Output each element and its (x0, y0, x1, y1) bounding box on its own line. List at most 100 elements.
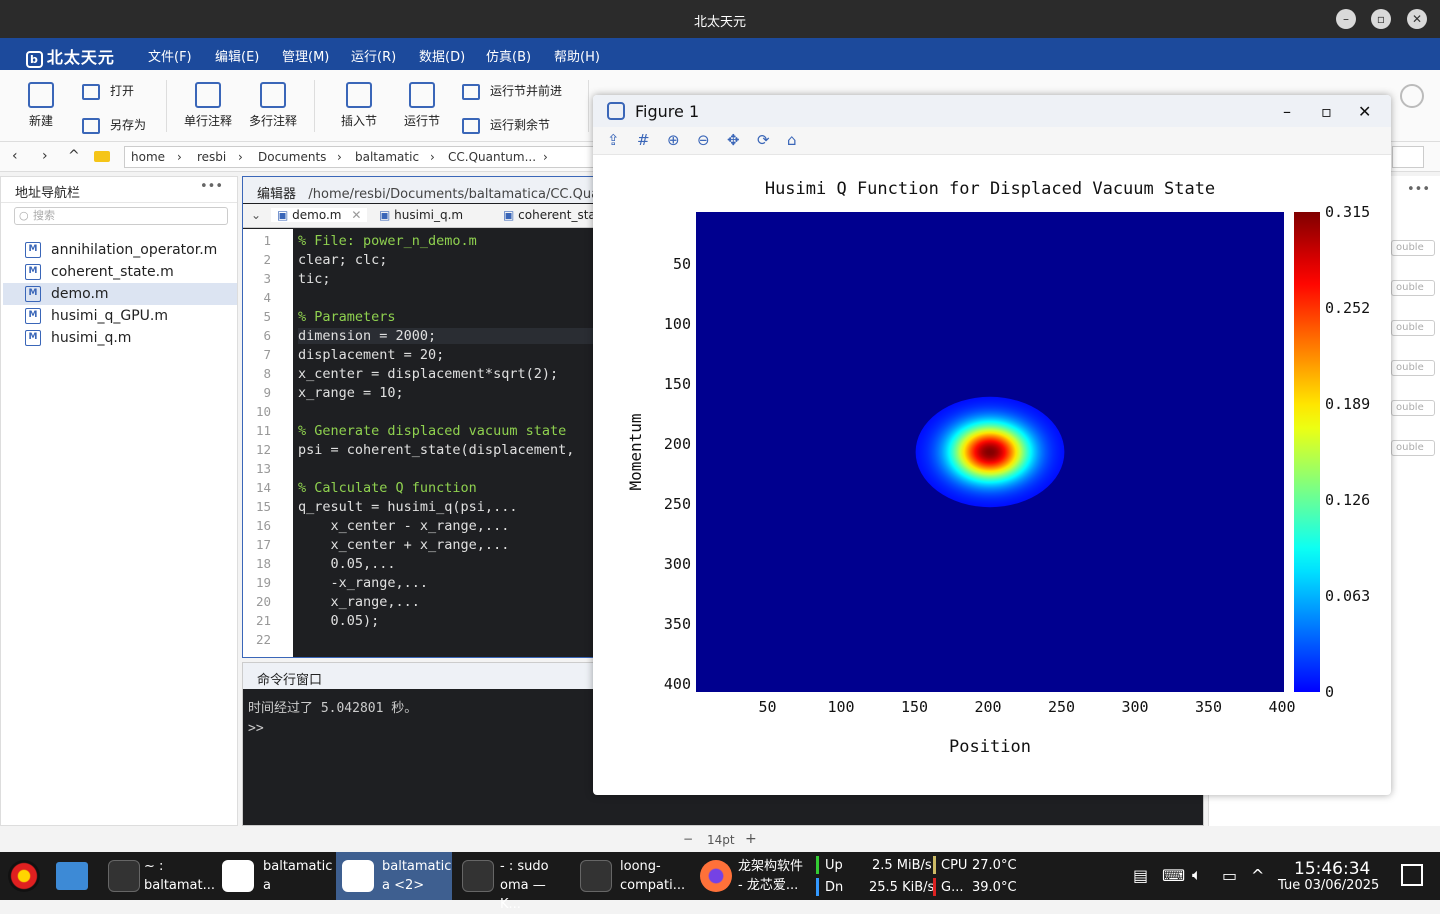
zoom-out-icon[interactable]: ⊖ (697, 131, 710, 149)
chevron-down-icon[interactable]: ⌄ (251, 208, 261, 222)
clipboard-icon[interactable]: ▤ (1133, 866, 1148, 885)
taskbar-item-baltamatica-2[interactable]: baltamatic a <2> (336, 852, 452, 900)
multi-comment-button[interactable]: 多行注释 (249, 82, 297, 129)
start-menu-icon[interactable] (8, 860, 40, 892)
x-tick-label: 200 (974, 698, 1001, 716)
terminal-icon (108, 860, 140, 892)
maximize-button[interactable]: ▫ (1371, 9, 1391, 29)
menu-help[interactable]: 帮助(H) (554, 46, 600, 65)
zoom-in-icon[interactable]: ⊕ (667, 131, 680, 149)
file-item-selected[interactable]: Mdemo.m (3, 283, 237, 305)
font-increase-button[interactable]: + (745, 831, 757, 847)
line-number: 7 (263, 347, 271, 362)
back-icon[interactable]: ‹ (12, 148, 18, 164)
save-as-button[interactable]: 另存为 (82, 116, 146, 134)
menu-edit[interactable]: 编辑(E) (215, 46, 259, 65)
taskbar-item-firefox[interactable]: 龙架构软件 - 龙芯爱... (694, 852, 808, 900)
minimize-icon[interactable]: – (1283, 102, 1291, 121)
editor-header: 编辑器 /home/resbi/Documents/baltamatica/CC… (243, 177, 593, 203)
taskbar-item-terminal[interactable]: ~ : baltamat... (102, 852, 215, 900)
menu-file[interactable]: 文件(F) (148, 46, 192, 65)
run-section-button[interactable]: 运行节 (404, 82, 440, 129)
save-icon[interactable]: ⇪ (607, 131, 620, 149)
insert-section-icon (346, 82, 372, 108)
navigator-search-input[interactable]: ○ 搜索 (14, 207, 228, 225)
menu-simulation[interactable]: 仿真(B) (486, 46, 531, 65)
baltamatica-icon (222, 860, 254, 892)
breadcrumb-documents[interactable]: Documents (258, 150, 326, 164)
tab-husimi-q[interactable]: ▣ husimi_q.m (379, 208, 463, 222)
network-icon[interactable]: ▭ (1222, 866, 1237, 885)
forward-icon[interactable]: › (42, 148, 48, 164)
search-icon: ○ (19, 209, 29, 222)
tab-demo[interactable]: ▣ demo.m ✕ (271, 208, 368, 222)
close-icon[interactable]: ✕ (1358, 102, 1371, 121)
command-output: 时间经过了 5.042801 秒。 (248, 701, 418, 716)
y-tick-label: 100 (664, 315, 691, 333)
single-comment-button[interactable]: 单行注释 (184, 82, 232, 129)
rotate-icon[interactable]: ⟳ (757, 131, 770, 149)
clock-date[interactable]: Tue 03/06/2025 (1278, 878, 1379, 893)
file-item[interactable]: Mhusimi_q.m (3, 327, 237, 349)
minimize-button[interactable]: – (1336, 9, 1356, 29)
taskbar-item-loong[interactable]: loong-compati... (574, 852, 688, 900)
volume-icon[interactable]: 🔈︎ (1192, 865, 1202, 885)
grid-icon[interactable]: # (637, 131, 650, 149)
code-line: x_center + x_range,... (298, 537, 510, 553)
code-line: tic; (298, 271, 331, 287)
search-field[interactable] (1392, 146, 1424, 168)
file-manager-icon[interactable] (56, 862, 88, 890)
x-tick-label: 400 (1268, 698, 1295, 716)
window-titlebar: 北太天元 – ▫ ✕ (0, 0, 1440, 38)
tab-coherent-state[interactable]: ▣ coherent_sta (503, 208, 596, 222)
net-up-label: Up (825, 858, 843, 873)
more-icon[interactable]: ••• (200, 179, 223, 194)
status-bar: − 14pt + (0, 828, 1440, 852)
x-tick-label: 150 (901, 698, 928, 716)
file-item[interactable]: Mcoherent_state.m (3, 261, 237, 283)
code-line: psi = coherent_state(displacement, (298, 442, 575, 458)
breadcrumb-baltamatic[interactable]: baltamatic (355, 150, 419, 164)
firefox-icon (700, 860, 732, 892)
breadcrumb-resbi[interactable]: resbi (197, 150, 226, 164)
taskbar-item-konsole[interactable]: - : sudo oma — K... (456, 852, 570, 912)
breadcrumb-project[interactable]: CC.Quantum... (448, 150, 536, 164)
pan-icon[interactable]: ✥ (727, 131, 740, 149)
menu-run[interactable]: 运行(R) (351, 46, 396, 65)
menu-data[interactable]: 数据(D) (419, 46, 465, 65)
keyboard-icon[interactable]: ⌨ (1162, 866, 1185, 885)
terminal-icon (462, 860, 494, 892)
close-tab-icon[interactable]: ✕ (351, 208, 361, 222)
tray-expand-icon[interactable]: ^ (1251, 866, 1264, 885)
colorbar-tick-label: 0.189 (1325, 395, 1370, 413)
show-desktop-icon[interactable] (1401, 864, 1423, 886)
run-section-advance-button[interactable]: 运行节并前进 (462, 82, 562, 100)
y-axis-label: Momentum (626, 413, 645, 490)
net-up-value: 2.5 MiB/s (872, 858, 932, 873)
up-icon[interactable]: ^ (68, 148, 80, 164)
multi-comment-icon (260, 82, 286, 108)
m-file-icon: M (25, 308, 41, 324)
insert-section-button[interactable]: 插入节 (341, 82, 377, 129)
app-badge-icon (1400, 84, 1424, 108)
maximize-icon[interactable]: ▫ (1321, 102, 1332, 121)
plot-area[interactable]: Husimi Q Function for Displaced Vacuum S… (593, 157, 1391, 793)
code-line: x_center = displacement*sqrt(2); (298, 366, 559, 382)
new-button[interactable]: 新建 (28, 82, 54, 129)
open-button[interactable]: 打开 (82, 82, 134, 100)
command-prompt[interactable]: >> (248, 721, 264, 736)
taskbar-item-baltamatica[interactable]: baltamatic a (218, 852, 332, 900)
home-icon[interactable]: ⌂ (787, 131, 797, 149)
file-item[interactable]: Mannihilation_operator.m (3, 239, 237, 261)
run-remaining-button[interactable]: 运行剩余节 (462, 116, 550, 134)
font-decrease-button[interactable]: − (683, 832, 693, 846)
heatmap-peak (915, 396, 1065, 508)
close-button[interactable]: ✕ (1407, 9, 1427, 29)
menu-manage[interactable]: 管理(M) (282, 46, 329, 65)
file-item[interactable]: Mhusimi_q_GPU.m (3, 305, 237, 327)
code-line: x_center - x_range,... (298, 518, 510, 534)
figure-toolbar: ⇪ # ⊕ ⊖ ✥ ⟳ ⌂ (593, 127, 1391, 155)
clock-time[interactable]: 15:46:34 (1294, 859, 1370, 879)
breadcrumb-home[interactable]: home (131, 150, 165, 164)
more-icon[interactable]: ••• (1407, 182, 1430, 197)
